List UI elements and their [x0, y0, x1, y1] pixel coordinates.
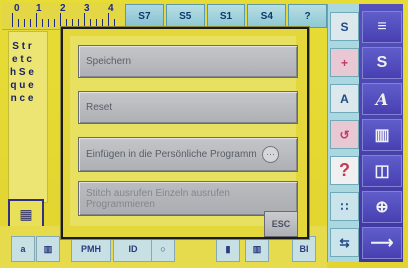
help-button[interactable]: ? — [330, 156, 359, 185]
bottom-tool-6[interactable]: ▮ — [216, 236, 240, 262]
frame-icon[interactable]: ◫ — [362, 155, 402, 187]
bottom-tool-2[interactable]: ▥ — [36, 236, 60, 262]
stitch-tabs: S7 S5 S1 S4 ? — [125, 4, 327, 28]
mode-button[interactable]: ∷ — [330, 192, 359, 221]
bottom-tool-8[interactable]: BI — [292, 236, 316, 262]
bottom-tool-3[interactable]: PMH — [71, 236, 111, 262]
tab-s7[interactable]: S7 — [125, 4, 164, 28]
bottom-tool-4[interactable]: ID — [113, 236, 153, 262]
needle-button[interactable]: + — [330, 48, 359, 77]
purple-nav-column: ≡ S A ▥ ◫ ⊕ ⟶ — [359, 4, 403, 262]
stitch-icon[interactable]: S — [362, 47, 402, 79]
save-button[interactable]: Speichern — [78, 45, 298, 78]
insert-personal-program-label: Einfügen in die Persönliche Programm — [86, 149, 257, 160]
tab-help[interactable]: ? — [288, 4, 327, 28]
tab-s5[interactable]: S5 — [165, 4, 205, 28]
reset-button[interactable]: Reset — [78, 91, 298, 124]
ruler-number-0: 0 — [14, 3, 20, 14]
bottom-tool-7[interactable]: ▥ — [245, 236, 269, 262]
tab-s1[interactable]: S1 — [206, 4, 246, 28]
context-menu-dialog: Speichern Reset Einfügen in die Persönli… — [61, 27, 309, 239]
bottom-tool-5[interactable]: ○ — [151, 236, 175, 262]
menu-icon[interactable]: ≡ — [362, 11, 402, 43]
alphabet-icon[interactable]: A — [362, 83, 402, 115]
right-tool-column: S + A ↺ ? ∷ ⇆ — [327, 4, 360, 262]
left-vertical-label: S t r e t c h S e q u e n c e — [10, 41, 34, 104]
bottom-tool-1[interactable]: a — [11, 236, 35, 262]
tab-s4[interactable]: S4 — [247, 4, 287, 28]
buttonhole-icon[interactable]: ▥ — [362, 119, 402, 151]
insert-personal-program-button[interactable]: Einfügen in die Persönliche Programm ⋯ — [78, 137, 298, 172]
dialog-panel: Speichern Reset Einfügen in die Persönli… — [70, 36, 298, 226]
swap-button[interactable]: ⇆ — [330, 228, 359, 257]
escape-button[interactable]: ESC — [264, 211, 298, 237]
feed-icon[interactable]: ⟶ — [362, 227, 402, 259]
pattern-button[interactable]: ↺ — [330, 120, 359, 149]
more-dots-icon: ⋯ — [262, 146, 279, 163]
app-screen: 0 1 2 3 4 S7 S5 S1 S4 ? S t r e t c h S … — [0, 0, 408, 268]
personal-program-icon[interactable]: ⊕ — [362, 191, 402, 223]
zigzag-button[interactable]: S — [330, 12, 359, 41]
mirror-button[interactable]: A — [330, 84, 359, 113]
